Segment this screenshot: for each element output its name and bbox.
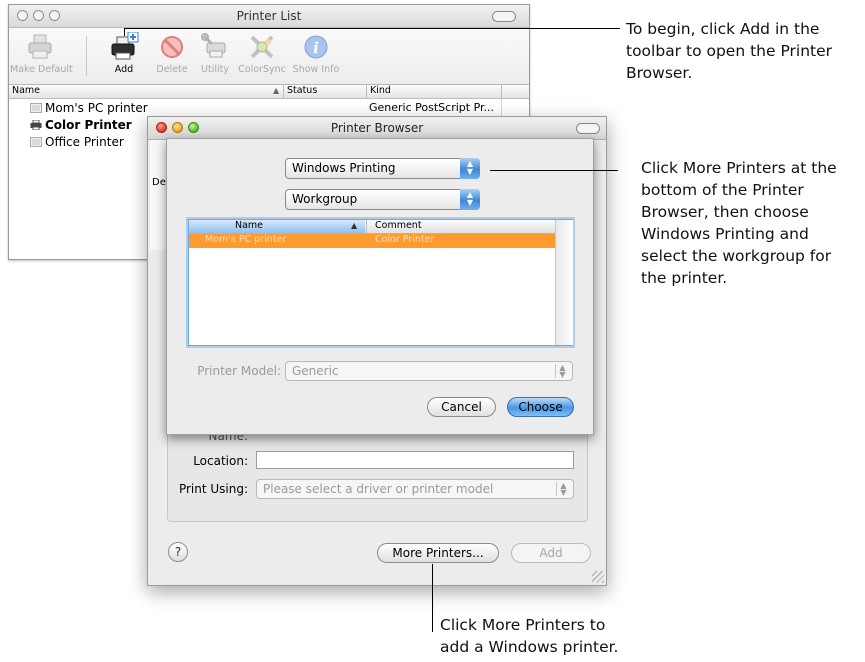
column-divider	[366, 220, 367, 233]
help-button[interactable]: ?	[168, 542, 188, 562]
info-icon: i	[304, 35, 328, 59]
browser-list-edge	[150, 140, 167, 250]
printer-list-titlebar: Printer List	[9, 5, 529, 28]
callout-leader-windows-printing	[490, 170, 618, 171]
column-divider	[283, 85, 284, 98]
toolbar-toggle-button[interactable]	[492, 11, 516, 22]
show-info-button[interactable]: i Show Info	[286, 28, 346, 75]
printer-name: Color Printer	[45, 118, 132, 132]
popup-arrows-icon: ▲ ▼	[460, 158, 480, 179]
network-printer-icon	[30, 137, 42, 147]
shared-printer-row-selected[interactable]: Mom's PC printer Color Printer	[189, 234, 555, 248]
shared-printer-comment: Color Printer	[375, 234, 435, 245]
status-column-header[interactable]: Status	[287, 85, 317, 96]
default-printer-icon	[30, 120, 42, 130]
callout-leader-add-tick	[124, 28, 125, 36]
make-default-icon	[28, 34, 52, 59]
sort-ascending-icon: ▲	[351, 221, 358, 230]
show-info-label: Show Info	[292, 64, 340, 75]
browser-column-fragment: De	[152, 177, 166, 188]
popup-arrows-icon: ▲ ▼	[556, 482, 570, 497]
callout-leader-more-printers	[432, 564, 433, 632]
more-printers-button[interactable]: More Printers...	[377, 543, 499, 563]
sort-ascending-icon: ▲	[273, 86, 280, 95]
window-title: Printer List	[236, 9, 302, 23]
network-printer-icon	[30, 103, 42, 113]
location-label: Location:	[193, 454, 248, 468]
add-button[interactable]: Add	[511, 543, 591, 563]
shared-printers-list[interactable]: Name ▲ Comment Mom's PC printer Color Pr…	[188, 219, 573, 346]
printer-row[interactable]: Mom's PC printer Generic PostScript Pr..…	[9, 100, 529, 117]
make-default-button[interactable]: Make Default	[10, 28, 73, 75]
popup-arrows-icon: ▲ ▼	[555, 364, 569, 379]
connection-type-value: Windows Printing	[292, 161, 396, 175]
printer-model-value: Generic	[292, 364, 339, 378]
windows-printing-sheet: Windows Printing ▲ ▼ Workgroup ▲ ▼ Name ▲ …	[166, 138, 594, 435]
workgroup-value: Workgroup	[292, 192, 358, 206]
popup-arrows-icon: ▲ ▼	[460, 189, 480, 210]
name-column-header[interactable]: Name	[12, 85, 40, 96]
sorted-column-highlight	[189, 220, 365, 233]
printer-browser-titlebar: Printer Browser	[148, 117, 606, 140]
connection-type-popup[interactable]: Windows Printing ▲ ▼	[285, 158, 480, 179]
callout-line: select the workgroup for	[641, 247, 832, 265]
callout-add: To begin, click Add in the toolbar to op…	[626, 18, 861, 84]
printer-table-header: Name ▲ Status Kind	[9, 85, 529, 99]
list-scrollbar[interactable]	[555, 220, 573, 345]
print-using-value: Please select a driver or printer model	[263, 482, 494, 496]
toolbar-toggle-button[interactable]	[576, 123, 600, 134]
workgroup-popup[interactable]: Workgroup ▲ ▼	[285, 189, 480, 210]
add-printer-icon	[111, 32, 139, 60]
colorsync-button[interactable]: ColorSync	[232, 28, 292, 75]
callout-more-printers-right: Click More Printers at the bottom of the…	[641, 157, 863, 289]
callout-line: Browser.	[626, 64, 693, 82]
callout-line: To begin, click Add in the	[626, 20, 820, 38]
printer-name: Office Printer	[45, 135, 124, 149]
toolbar-separator	[86, 36, 87, 76]
shared-printer-name: Mom's PC printer	[205, 234, 287, 245]
callout-line: Click More Printers at the	[641, 159, 837, 177]
callout-line: add a Windows printer.	[440, 638, 619, 656]
window-title: Printer Browser	[330, 121, 424, 135]
column-divider	[501, 85, 502, 98]
make-default-label: Make Default	[10, 64, 73, 75]
colorsync-label: ColorSync	[238, 64, 286, 75]
callout-leader-add	[124, 28, 620, 29]
printer-name: Mom's PC printer	[45, 101, 148, 115]
choose-button[interactable]: Choose	[507, 397, 574, 417]
print-using-label: Print Using:	[178, 482, 248, 496]
shared-printers-header: Name ▲ Comment	[189, 220, 555, 234]
kind-column-header[interactable]: Kind	[370, 85, 391, 96]
printer-model-label: Printer Model:	[197, 364, 281, 378]
callout-more-printers-bottom: Click More Printers to add a Windows pri…	[440, 614, 680, 658]
resize-grip[interactable]	[592, 571, 604, 583]
callout-line: bottom of the Printer	[641, 181, 804, 199]
callout-line: Windows Printing and	[641, 225, 809, 243]
callout-line: Browser, then choose	[641, 203, 809, 221]
colorsync-icon	[250, 35, 274, 59]
comment-column-header[interactable]: Comment	[375, 220, 422, 231]
cancel-button[interactable]: Cancel	[427, 397, 496, 417]
print-using-popup[interactable]: Please select a driver or printer model …	[256, 479, 574, 499]
location-field[interactable]	[256, 451, 574, 469]
printer-model-popup[interactable]: Generic ▲ ▼	[285, 361, 573, 381]
delete-icon	[161, 36, 183, 58]
utility-icon	[201, 33, 226, 58]
name-column-header[interactable]: Name	[235, 220, 263, 231]
callout-line: toolbar to open the Printer	[626, 42, 833, 60]
printer-list-toolbar: Make Default Add Delete Utility ColorSyn…	[9, 28, 529, 85]
svg-text:i: i	[313, 39, 319, 57]
callout-line: Click More Printers to	[440, 616, 606, 634]
column-divider	[366, 85, 367, 98]
printer-kind: Generic PostScript Pr...	[369, 101, 495, 114]
callout-line: the printer.	[641, 269, 728, 287]
